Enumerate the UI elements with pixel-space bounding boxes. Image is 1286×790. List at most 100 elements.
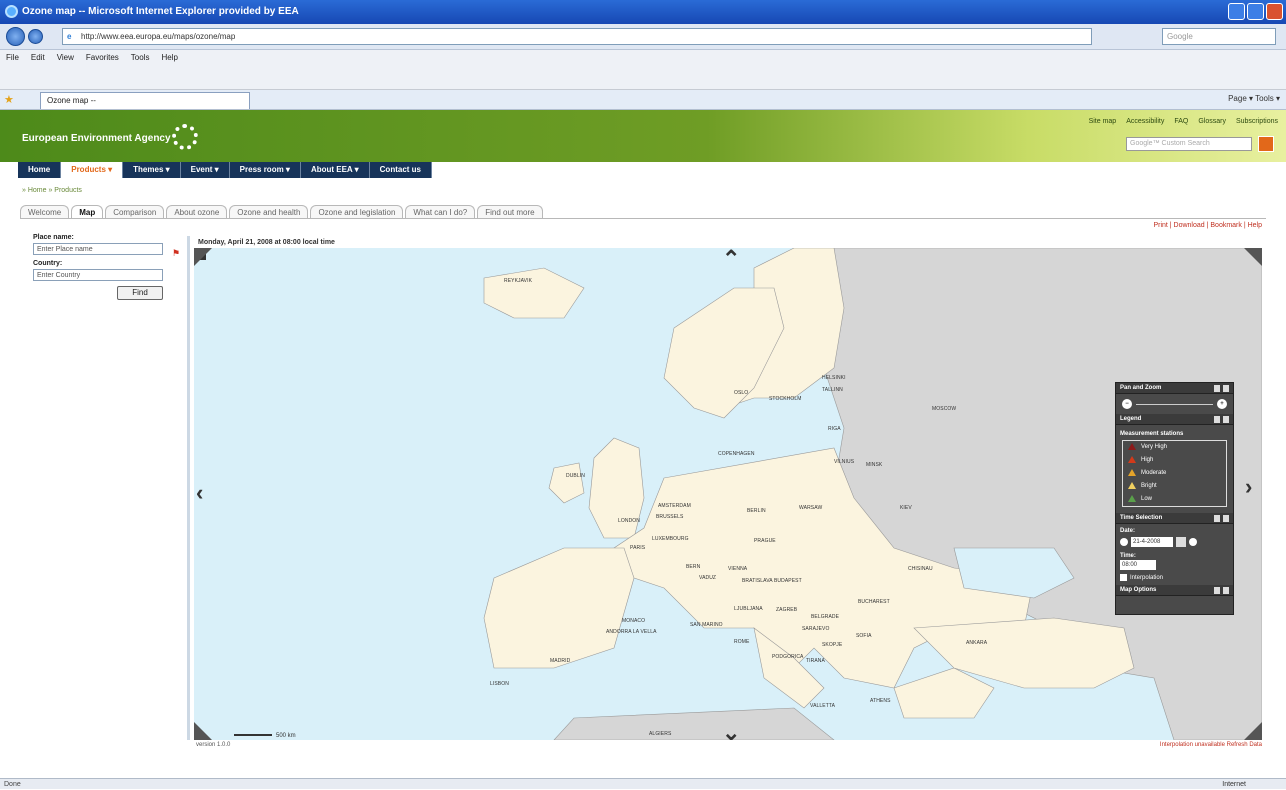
place-input[interactable]: Enter Place name xyxy=(33,243,163,255)
ozone-map[interactable]: ⌃ ‹ › ⌄ 500 km REYKJAVIK OSLO STOCKHOLM HEL… xyxy=(194,248,1262,740)
corner-sw-icon[interactable] xyxy=(194,722,212,740)
country-input[interactable]: Enter Country xyxy=(33,269,163,281)
date-input[interactable]: 21-4-2008 xyxy=(1131,537,1173,547)
tab-welcome[interactable]: Welcome xyxy=(20,205,70,219)
map-title: Monday, April 21, 2008 at 08:00 local ti… xyxy=(198,239,335,246)
tab-ozone-health[interactable]: Ozone and health xyxy=(229,205,309,219)
tab-map[interactable]: Map xyxy=(71,205,104,219)
nav-event[interactable]: Event ▾ xyxy=(181,162,230,178)
city-label: PRAGUE xyxy=(754,538,776,544)
nav-contact-us[interactable]: Contact us xyxy=(370,162,432,178)
ie-icon xyxy=(5,5,18,18)
pan-left-icon[interactable]: ‹ xyxy=(196,480,203,506)
link-accessibility[interactable]: Accessibility xyxy=(1126,118,1164,125)
pan-up-icon[interactable]: ⌃ xyxy=(722,248,740,272)
menu-tools[interactable]: Tools xyxy=(131,53,150,62)
zoom-in-icon[interactable]: + xyxy=(1217,399,1227,409)
date-label: Date: xyxy=(1120,528,1136,534)
city-label: SAN MARINO xyxy=(690,622,723,628)
tab-about-ozone[interactable]: About ozone xyxy=(166,205,228,219)
time-select[interactable]: 08:00 xyxy=(1120,560,1156,570)
corner-ne-icon[interactable] xyxy=(1244,248,1262,266)
tab-ozone-legislation[interactable]: Ozone and legislation xyxy=(310,205,404,219)
link-site-map[interactable]: Site map xyxy=(1089,118,1117,125)
browser-search-input[interactable]: Google xyxy=(1162,28,1276,45)
tab-divider xyxy=(20,218,1266,219)
url-input[interactable]: http://www.eea.europa.eu/maps/ozone/map xyxy=(62,28,1092,45)
breadcrumb[interactable]: » Home » Products xyxy=(22,187,82,194)
window-title-bar: Ozone map -- Microsoft Internet Explorer… xyxy=(0,0,1286,24)
corner-se-icon[interactable] xyxy=(1244,722,1262,740)
menu-edit[interactable]: Edit xyxy=(31,53,45,62)
footer-links[interactable]: Interpolation unavailable Refresh Data xyxy=(1160,742,1262,748)
maximize-button[interactable] xyxy=(1247,3,1264,20)
browser-tab[interactable]: Ozone map -- xyxy=(40,92,250,109)
zoom-slider[interactable]: − + xyxy=(1116,394,1233,414)
command-bar[interactable]: Page ▾ Tools ▾ xyxy=(1228,94,1280,103)
nav-products[interactable]: Products ▾ xyxy=(61,162,124,178)
zoom-track[interactable] xyxy=(1136,404,1213,405)
date-row: 21-4-2008 xyxy=(1116,535,1233,549)
city-label: STOCKHOLM xyxy=(769,396,802,402)
city-label: TALLINN xyxy=(822,387,843,393)
checkbox-icon[interactable] xyxy=(1120,574,1127,581)
tab-find-out-more[interactable]: Find out more xyxy=(477,205,543,219)
tab-comparison[interactable]: Comparison xyxy=(105,205,165,219)
link-faq[interactable]: FAQ xyxy=(1174,118,1188,125)
city-label: ATHENS xyxy=(870,698,891,704)
triangle-icon xyxy=(1128,468,1136,476)
legend-header[interactable]: Legend xyxy=(1116,414,1233,425)
time-label: Time: xyxy=(1120,553,1136,559)
nav-themes[interactable]: Themes ▾ xyxy=(123,162,181,178)
favorites-star-icon[interactable]: ★ xyxy=(4,93,14,106)
link-glossary[interactable]: Glossary xyxy=(1198,118,1226,125)
site-search-input[interactable]: Google™ Custom Search xyxy=(1126,137,1252,151)
pan-down-icon[interactable]: ⌄ xyxy=(722,720,740,740)
date-prev-icon[interactable] xyxy=(1120,538,1128,546)
menu-help[interactable]: Help xyxy=(161,53,177,62)
city-label: COPENHAGEN xyxy=(718,451,755,457)
calendar-icon[interactable] xyxy=(1176,537,1186,547)
pin-icon[interactable]: ⚑ xyxy=(172,248,180,259)
city-label: BUDAPEST xyxy=(774,578,802,584)
pan-zoom-header[interactable]: Pan and Zoom xyxy=(1116,383,1233,394)
date-next-icon[interactable] xyxy=(1189,538,1197,546)
city-label: LISBON xyxy=(490,681,509,687)
menu-file[interactable]: File xyxy=(6,53,19,62)
time-selection-header[interactable]: Time Selection xyxy=(1116,513,1233,524)
europe-map-graphic xyxy=(194,248,1262,740)
site-search-button[interactable] xyxy=(1258,136,1274,152)
version-label: version 1.0.0 xyxy=(196,742,231,748)
city-label: VADUZ xyxy=(699,575,717,581)
pan-right-icon[interactable]: › xyxy=(1245,474,1252,500)
site-logo-text[interactable]: European Environment Agency xyxy=(22,133,171,144)
forward-button[interactable] xyxy=(28,29,43,44)
minimize-button[interactable] xyxy=(1228,3,1245,20)
zoom-out-icon[interactable]: − xyxy=(1122,399,1132,409)
search-panel: Place name: Enter Place name ⚑ Country: … xyxy=(33,234,183,300)
nav-press-room[interactable]: Press room ▾ xyxy=(230,162,301,178)
back-button[interactable] xyxy=(6,27,25,46)
city-label: ANDORRA LA VELLA xyxy=(606,629,657,635)
menu-bar: File Edit View Favorites Tools Help xyxy=(0,50,1286,90)
window-title: Ozone map -- Microsoft Internet Explorer… xyxy=(22,6,299,17)
site-banner: European Environment Agency Site map Acc… xyxy=(0,110,1286,162)
nav-about-eea[interactable]: About EEA ▾ xyxy=(301,162,370,178)
menu-favorites[interactable]: Favorites xyxy=(86,53,119,62)
print-links[interactable]: Print | Download | Bookmark | Help xyxy=(1153,222,1262,229)
interpolation-toggle[interactable]: Interpolation xyxy=(1116,570,1233,585)
legend-low: Low xyxy=(1123,493,1226,506)
close-button[interactable] xyxy=(1266,3,1283,20)
window-controls xyxy=(1228,3,1283,20)
tab-what-can-i-do[interactable]: What can I do? xyxy=(405,205,476,219)
find-button[interactable]: Find xyxy=(117,286,163,300)
page-tabs: Welcome Map Comparison About ozone Ozone… xyxy=(20,205,545,219)
city-label: VIENNA xyxy=(728,566,748,572)
corner-nw-icon[interactable] xyxy=(194,248,212,266)
nav-home[interactable]: Home xyxy=(18,162,62,178)
menu-view[interactable]: View xyxy=(57,53,74,62)
scale-bar: 500 km xyxy=(234,733,296,739)
link-subscriptions[interactable]: Subscriptions xyxy=(1236,118,1278,125)
map-options-header[interactable]: Map Options xyxy=(1116,585,1233,596)
city-label: DUBLIN xyxy=(566,473,585,479)
